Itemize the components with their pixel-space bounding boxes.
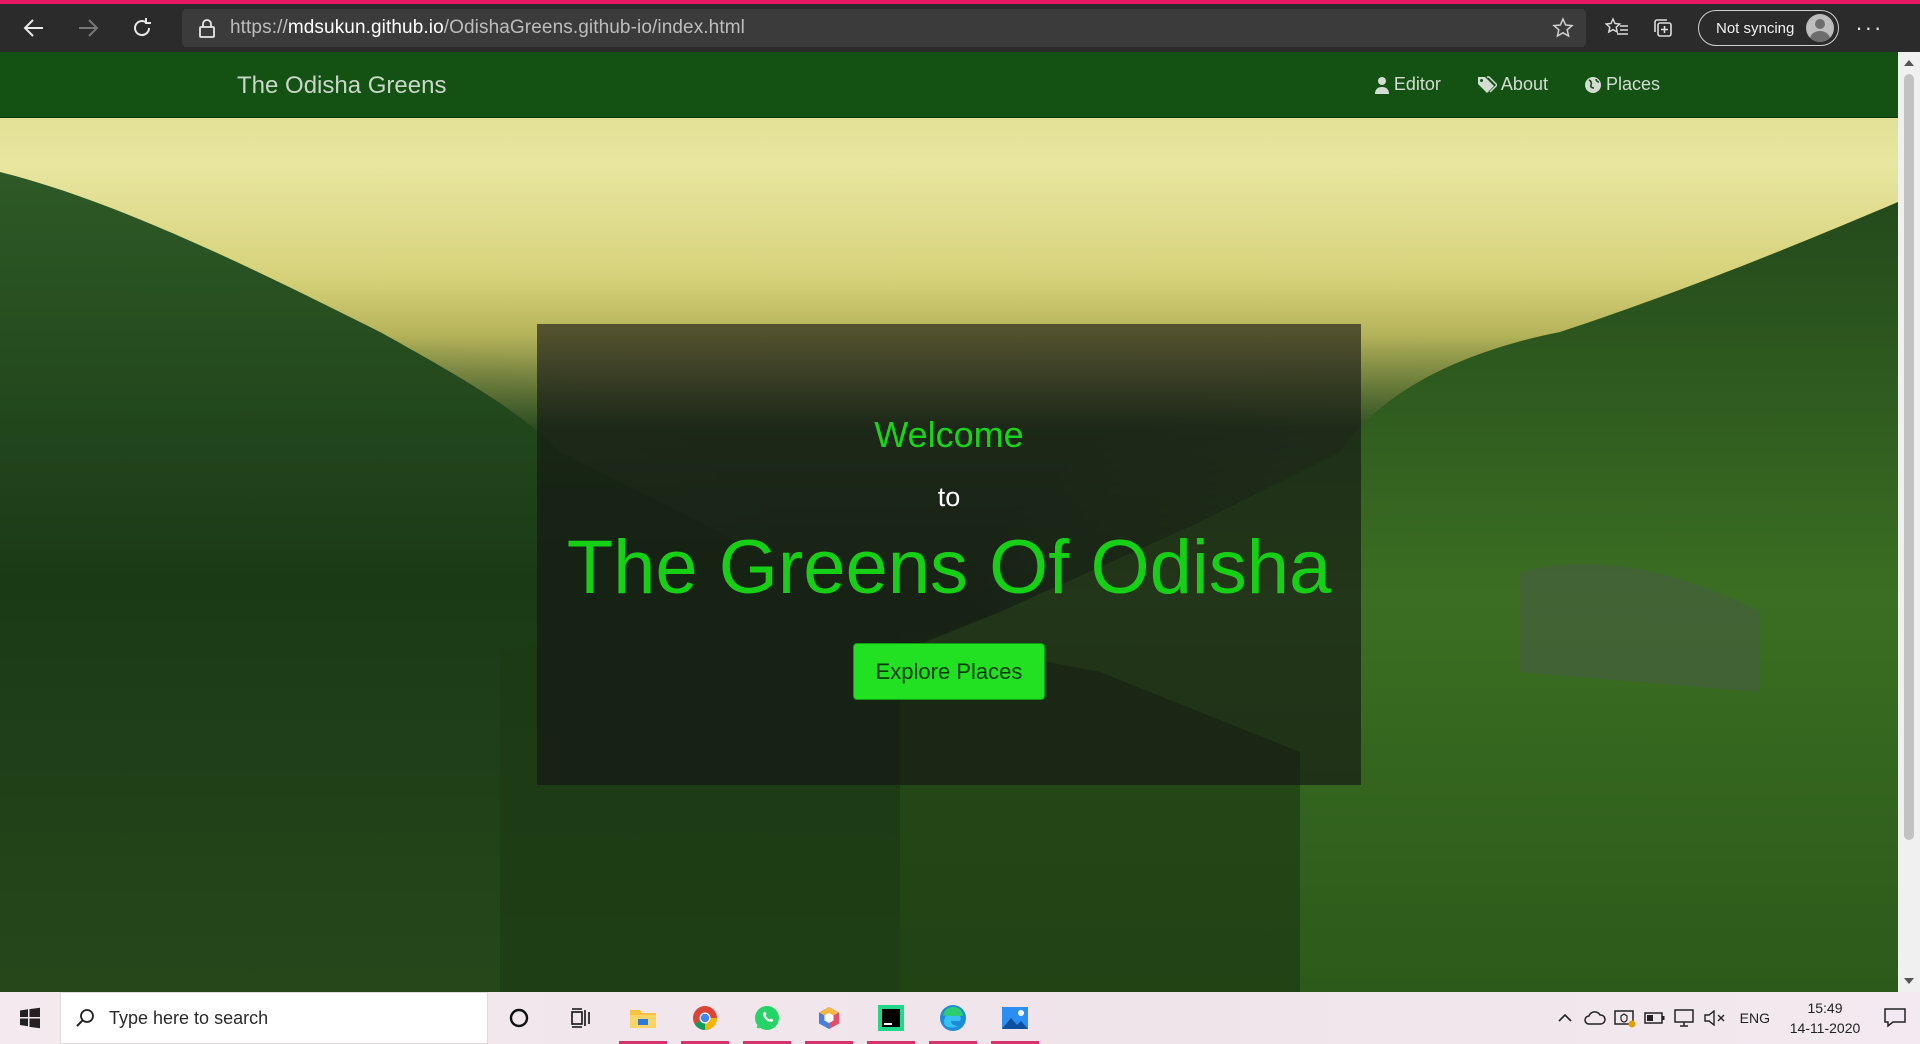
onedrive-button[interactable] — [1580, 992, 1610, 1044]
photos-icon — [1002, 1007, 1028, 1029]
site-brand[interactable]: The Odisha Greens — [237, 72, 446, 100]
photos-app[interactable] — [984, 992, 1046, 1044]
explore-places-button[interactable]: Explore Places — [853, 643, 1045, 700]
page-scrollbar[interactable] — [1898, 52, 1920, 992]
battery-icon — [1643, 1012, 1665, 1024]
toolbar-right: Not syncing ··· — [1594, 4, 1883, 52]
menu-item-label: Editor — [1393, 74, 1441, 94]
cortana-button[interactable] — [488, 992, 550, 1044]
pycharm-app[interactable] — [860, 992, 922, 1044]
battery-button[interactable] — [1640, 992, 1670, 1044]
search-placeholder: Type here to search — [109, 1007, 269, 1028]
task-view-icon — [571, 1008, 590, 1028]
whatsapp-app[interactable] — [736, 992, 798, 1044]
start-button[interactable] — [0, 992, 60, 1044]
edge-icon — [940, 1005, 966, 1031]
collections-icon — [1654, 19, 1672, 37]
menu-item-places[interactable]: Places — [1584, 74, 1660, 95]
menu-item-about[interactable]: About — [1477, 74, 1548, 95]
chrome-icon — [693, 1006, 717, 1031]
system-tray: ENG 15:49 14-11-2020 — [1550, 992, 1920, 1044]
menu-item-label: Places — [1605, 74, 1660, 94]
cube-icon — [819, 1007, 839, 1029]
forward-button[interactable] — [68, 8, 108, 48]
hero-to: to — [937, 482, 961, 512]
user-icon — [1374, 76, 1389, 94]
arrow-left-icon — [23, 19, 43, 37]
clock[interactable]: 15:49 14-11-2020 — [1780, 998, 1870, 1038]
address-bar[interactable]: https://mdsukun.github.io/OdishaGreens.g… — [182, 9, 1586, 47]
tags-icon — [1477, 75, 1497, 93]
url-host: mdsukun.github.io — [287, 17, 444, 38]
network-monitor-icon — [1673, 1009, 1694, 1027]
avatar — [1806, 14, 1835, 42]
back-button[interactable] — [14, 8, 54, 48]
folder-icon — [630, 1010, 656, 1028]
menu-item-label: About — [1500, 74, 1548, 94]
url-path: /OdishaGreens.github-io/index.html — [443, 17, 745, 38]
menu-item-editor[interactable]: Editor — [1374, 74, 1441, 95]
browser-toolbar: https://mdsukun.github.io/OdishaGreens.g… — [0, 4, 1920, 52]
show-hidden-icons-button[interactable] — [1550, 992, 1580, 1044]
favorite-star-icon[interactable] — [1552, 17, 1574, 39]
security-alert-icon — [1613, 1010, 1636, 1028]
collections-button[interactable] — [1640, 8, 1686, 48]
scroll-thumb[interactable] — [1904, 74, 1914, 840]
url-scheme: https:// — [230, 17, 288, 38]
task-view-button[interactable] — [550, 992, 612, 1044]
cube-app[interactable] — [798, 992, 860, 1044]
webpage: The Odisha Greens Editor About Places We… — [0, 52, 1898, 992]
favorites-list-icon — [1605, 17, 1628, 35]
hero-welcome: Welcome — [874, 414, 1024, 455]
profile-sync-button[interactable]: Not syncing — [1698, 10, 1840, 46]
lock-icon — [199, 19, 215, 38]
scroll-up-arrow-icon[interactable] — [1904, 60, 1914, 66]
favorites-button[interactable] — [1594, 8, 1640, 48]
action-center-button[interactable] — [1870, 992, 1920, 1044]
url-text: https://mdsukun.github.io/OdishaGreens.g… — [230, 17, 745, 39]
edge-app[interactable] — [922, 992, 984, 1044]
volume-button[interactable] — [1700, 992, 1730, 1044]
volume-muted-icon — [1703, 1010, 1725, 1026]
refresh-button[interactable] — [122, 8, 162, 48]
search-icon — [76, 1009, 94, 1027]
cortana-circle-icon — [509, 1008, 529, 1028]
settings-more-button[interactable]: ··· — [1855, 15, 1883, 41]
windows-logo-icon — [20, 1007, 40, 1029]
whatsapp-icon — [755, 1006, 779, 1030]
globe-icon — [1584, 76, 1601, 93]
cloud-icon — [1583, 1011, 1606, 1025]
security-center-button[interactable] — [1610, 992, 1640, 1044]
file-explorer-app[interactable] — [612, 992, 674, 1044]
taskbar-search-box[interactable]: Type here to search — [60, 992, 488, 1044]
sync-label: Not syncing — [1716, 19, 1795, 37]
refresh-icon — [134, 18, 151, 37]
arrow-right-icon — [79, 19, 99, 37]
clock-date: 14-11-2020 — [1789, 1020, 1861, 1036]
windows-taskbar: Type here to search ENG 15:49 14-11-2020 — [0, 992, 1920, 1044]
scroll-down-arrow-icon[interactable] — [1904, 978, 1914, 984]
site-navbar: The Odisha Greens Editor About Places — [0, 52, 1898, 118]
notification-icon — [1884, 1008, 1906, 1028]
chrome-app[interactable] — [674, 992, 736, 1044]
hero-card: Welcome to The Greens Of Odisha Explore … — [537, 324, 1361, 785]
input-language[interactable]: ENG — [1740, 1010, 1770, 1026]
pycharm-icon — [878, 1005, 904, 1031]
hero-headline: The Greens Of Odisha — [566, 525, 1332, 610]
network-button[interactable] — [1670, 992, 1700, 1044]
clock-time: 15:49 — [1807, 1000, 1843, 1016]
chevron-up-icon — [1558, 1013, 1572, 1022]
site-menu: Editor About Places — [1374, 74, 1660, 95]
